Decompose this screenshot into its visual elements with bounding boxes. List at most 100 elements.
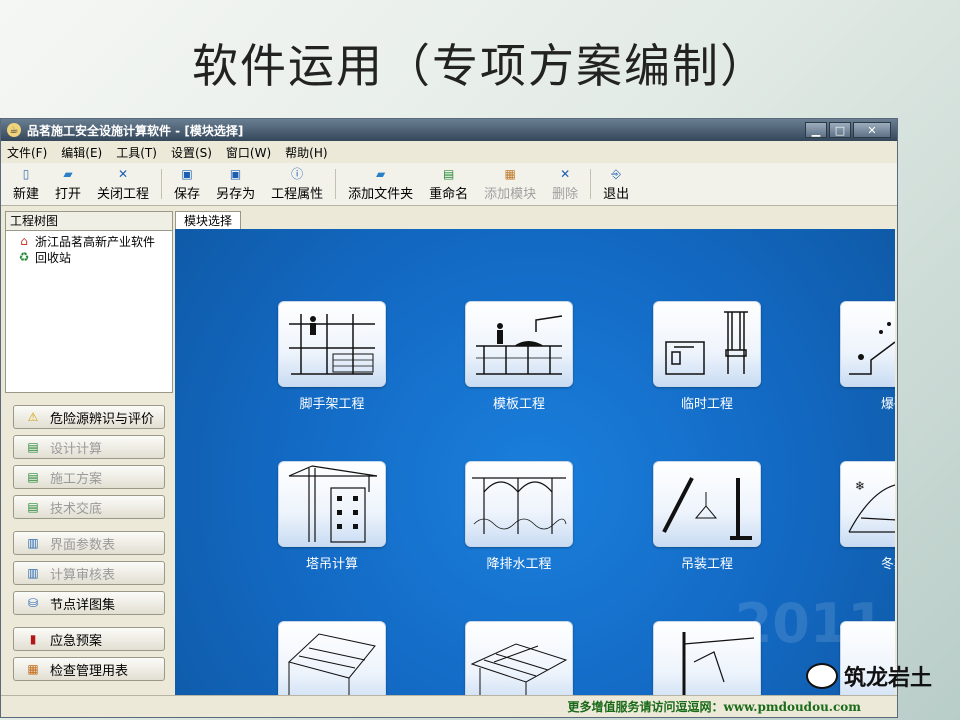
module-label: 冬期 xyxy=(880,557,895,572)
app-window: ☕ 品茗施工安全设施计算软件 - [模块选择] ▁ □ ✕ 文件(F) 编辑(E… xyxy=(0,118,898,718)
menu-settings[interactable]: 设置(S) xyxy=(171,144,212,161)
close-button[interactable]: ✕ xyxy=(853,122,891,138)
module-scaffold[interactable]: 脚手架工程 xyxy=(278,301,386,412)
construction-plan-label: 施工方案 xyxy=(50,471,103,487)
module-hoisting[interactable]: 吊装工程 xyxy=(653,461,761,572)
toolbar-separator xyxy=(335,169,337,199)
menu-edit[interactable]: 编辑(E) xyxy=(61,144,102,161)
menu-tools[interactable]: 工具(T) xyxy=(116,144,157,161)
module-winter[interactable]: ❄ 冬期 xyxy=(840,461,895,572)
temporary-works-icon xyxy=(653,301,761,387)
chart-icon: ▦ xyxy=(27,662,39,676)
module-label: 模板工程 xyxy=(492,397,545,412)
close-project-button[interactable]: ✕ 关闭工程 xyxy=(89,163,157,205)
toolbar-separator xyxy=(161,169,163,199)
menu-help[interactable]: 帮助(H) xyxy=(285,144,327,161)
hazard-button[interactable]: ⚠ 危险源辨识与评价 xyxy=(13,405,165,429)
brief-icon: ▤ xyxy=(27,500,39,514)
close-x-icon: ✕ xyxy=(118,166,129,181)
new-button[interactable]: ▯ 新建 xyxy=(5,163,47,205)
design-calc-label: 设计计算 xyxy=(50,441,103,457)
brand-watermark: 筑龙岩土 xyxy=(805,660,932,692)
module-label: 塔吊计算 xyxy=(305,557,358,572)
status-bar: 更多增值服务请访问逗逗网：www.pmdoudou.com xyxy=(1,695,897,717)
add-folder-label: 添加文件夹 xyxy=(348,186,414,202)
canopy-icon xyxy=(465,621,573,695)
tree-node-project[interactable]: ⌂ 浙江品茗高新产业软件 xyxy=(16,233,172,249)
project-tree-header: 工程树图 xyxy=(5,211,173,231)
inspection-button[interactable]: ▦ 检查管理用表 xyxy=(13,657,165,681)
facade-icon xyxy=(653,621,761,695)
tree-node-label: 浙江品茗高新产业软件 xyxy=(35,234,156,249)
open-folder-icon: ▰ xyxy=(63,166,73,181)
book-icon: ▮ xyxy=(29,632,37,646)
module-row3-1[interactable] xyxy=(278,621,386,695)
design-calc-button[interactable]: ▤ 设计计算 xyxy=(13,435,165,459)
calc-review-button[interactable]: ▥ 计算审核表 xyxy=(13,561,165,585)
blasting-icon xyxy=(840,301,895,387)
winter-construction-icon: ❄ xyxy=(840,461,895,547)
app-icon: ☕ xyxy=(7,123,21,137)
delete-x-icon: ✕ xyxy=(560,166,571,181)
home-icon: ⌂ xyxy=(20,234,28,248)
retaining-wall-icon xyxy=(278,621,386,695)
menu-file[interactable]: 文件(F) xyxy=(7,144,47,161)
add-module-label: 添加模块 xyxy=(484,186,537,202)
param-table-button[interactable]: ▥ 界面参数表 xyxy=(13,531,165,555)
rename-button[interactable]: ▤ 重命名 xyxy=(421,163,476,205)
recycle-icon: ♻ xyxy=(18,250,30,264)
save-as-label: 另存为 xyxy=(216,186,256,202)
toolbar: ▯ 新建 ▰ 打开 ✕ 关闭工程 ▣ 保存 ▣ 另存为 ⓘ 工程属性 ▰ 添加文… xyxy=(1,163,897,206)
save-as-button[interactable]: ▣ 另存为 xyxy=(208,163,263,205)
module-temporary[interactable]: 临时工程 xyxy=(653,301,761,412)
window-title: 品茗施工安全设施计算软件 - [模块选择] xyxy=(27,123,244,138)
left-panel: 工程树图 ⌂ 浙江品茗高新产业软件 ♻ 回收站 ⚠ 危险源辨识与评价 ▤ 设计计… xyxy=(5,211,173,717)
database-icon: ⛁ xyxy=(27,596,39,610)
tab-module-select[interactable]: 模块选择 xyxy=(175,211,242,229)
plan-icon: ▤ xyxy=(27,470,39,484)
review-icon: ▥ xyxy=(27,566,39,580)
module-tower-crane[interactable]: 塔吊计算 xyxy=(278,461,386,572)
construction-plan-button[interactable]: ▤ 施工方案 xyxy=(13,465,165,489)
warning-icon: ⚠ xyxy=(27,410,39,424)
tech-brief-label: 技术交底 xyxy=(50,501,103,517)
maximize-button[interactable]: □ xyxy=(829,122,851,138)
add-module-icon: ▦ xyxy=(504,166,516,181)
project-properties-button[interactable]: ⓘ 工程属性 xyxy=(263,163,331,205)
formwork-icon xyxy=(465,301,573,387)
menu-window[interactable]: 窗口(W) xyxy=(226,144,271,161)
rename-icon: ▤ xyxy=(442,166,455,181)
hazard-label: 危险源辨识与评价 xyxy=(50,411,155,427)
new-label: 新建 xyxy=(13,186,40,202)
minimize-button[interactable]: ▁ xyxy=(805,122,827,138)
open-button[interactable]: ▰ 打开 xyxy=(47,163,89,205)
tech-brief-button[interactable]: ▤ 技术交底 xyxy=(13,495,165,519)
side-button-group: ⚠ 危险源辨识与评价 ▤ 设计计算 ▤ 施工方案 ▤ 技术交底 ▥ 界面参数表 … xyxy=(5,405,173,681)
module-formwork[interactable]: 模板工程 xyxy=(465,301,573,412)
save-disk-icon: ▣ xyxy=(181,166,193,181)
emergency-button[interactable]: ▮ 应急预案 xyxy=(13,627,165,651)
folder-icon: ▰ xyxy=(375,166,386,181)
module-row3-2[interactable] xyxy=(465,621,573,695)
tree-node-recycle[interactable]: ♻ 回收站 xyxy=(16,249,172,265)
new-file-icon: ▯ xyxy=(22,166,30,181)
calc-review-label: 计算审核表 xyxy=(50,567,116,583)
module-blasting[interactable]: 爆破 xyxy=(840,301,895,412)
calc-icon: ▤ xyxy=(27,440,39,454)
save-button[interactable]: ▣ 保存 xyxy=(166,163,208,205)
save-as-icon: ▣ xyxy=(229,166,242,181)
tab-strip: 模块选择 xyxy=(175,211,242,229)
exit-button[interactable]: ⎆ 退出 xyxy=(595,163,637,205)
node-detail-label: 节点详图集 xyxy=(50,597,116,613)
open-label: 打开 xyxy=(55,186,82,202)
svg-text:❄: ❄ xyxy=(855,479,865,493)
title-bar[interactable]: ☕ 品茗施工安全设施计算软件 - [模块选择] ▁ □ ✕ xyxy=(1,119,897,141)
add-module-button[interactable]: ▦ 添加模块 xyxy=(476,163,544,205)
module-row3-3[interactable] xyxy=(653,621,761,695)
close-project-label: 关闭工程 xyxy=(97,186,150,202)
save-label: 保存 xyxy=(174,186,201,202)
add-folder-button[interactable]: ▰ 添加文件夹 xyxy=(340,163,421,205)
delete-button[interactable]: ✕ 删除 xyxy=(544,163,586,205)
module-dewatering[interactable]: 降排水工程 xyxy=(465,461,573,572)
node-detail-button[interactable]: ⛁ 节点详图集 xyxy=(13,591,165,615)
